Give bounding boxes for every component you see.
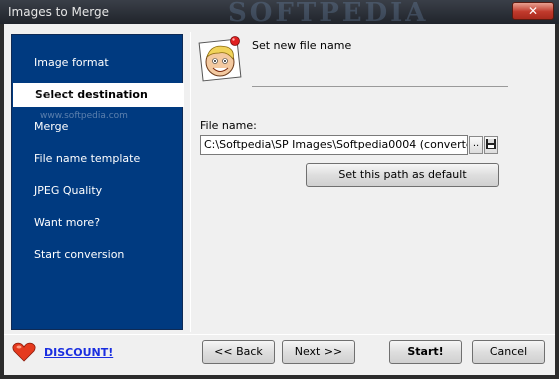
face-icon [197,33,245,83]
nav-watermark: SOFTPEDIA [14,91,81,105]
nav-item-jpeg-quality[interactable]: JPEG Quality [12,179,184,203]
title-bar[interactable]: Images to Merge SOFTPEDIA ✕ [0,0,559,28]
discount-link[interactable]: DISCOUNT! [44,346,113,359]
file-name-label: File name: [200,119,257,132]
app-window: Images to Merge SOFTPEDIA ✕ Image format… [0,0,559,379]
nav-item-merge[interactable]: Merge [12,115,184,139]
save-icon[interactable] [484,136,498,154]
browse-button[interactable]: .. [469,136,483,154]
start-button[interactable]: Start! [389,340,462,364]
set-default-path-button[interactable]: Set this path as default [306,163,499,187]
back-button[interactable]: << Back [202,340,275,364]
close-button[interactable]: ✕ [512,2,554,20]
wizard-nav: Image format Select destination SOFTPEDI… [11,34,184,330]
heart-icon [12,342,36,362]
nav-item-image-format[interactable]: Image format [12,51,184,75]
page-title: Set new file name [252,39,352,52]
panel-divider [190,32,191,332]
next-button[interactable]: Next >> [282,340,355,364]
wizard-body: Image format Select destination SOFTPEDI… [4,24,555,375]
cancel-button[interactable]: Cancel [472,340,545,364]
nav-item-start-conversion[interactable]: Start conversion [12,243,184,267]
file-name-field[interactable]: C:\Softpedia\SP Images\Softpedia0004 (co… [200,135,468,155]
nav-item-want-more[interactable]: Want more? [12,211,184,235]
header-divider [252,86,508,87]
nav-item-file-name-template[interactable]: File name template [12,147,184,171]
footer-divider [4,334,555,335]
window-title: Images to Merge [8,5,109,19]
